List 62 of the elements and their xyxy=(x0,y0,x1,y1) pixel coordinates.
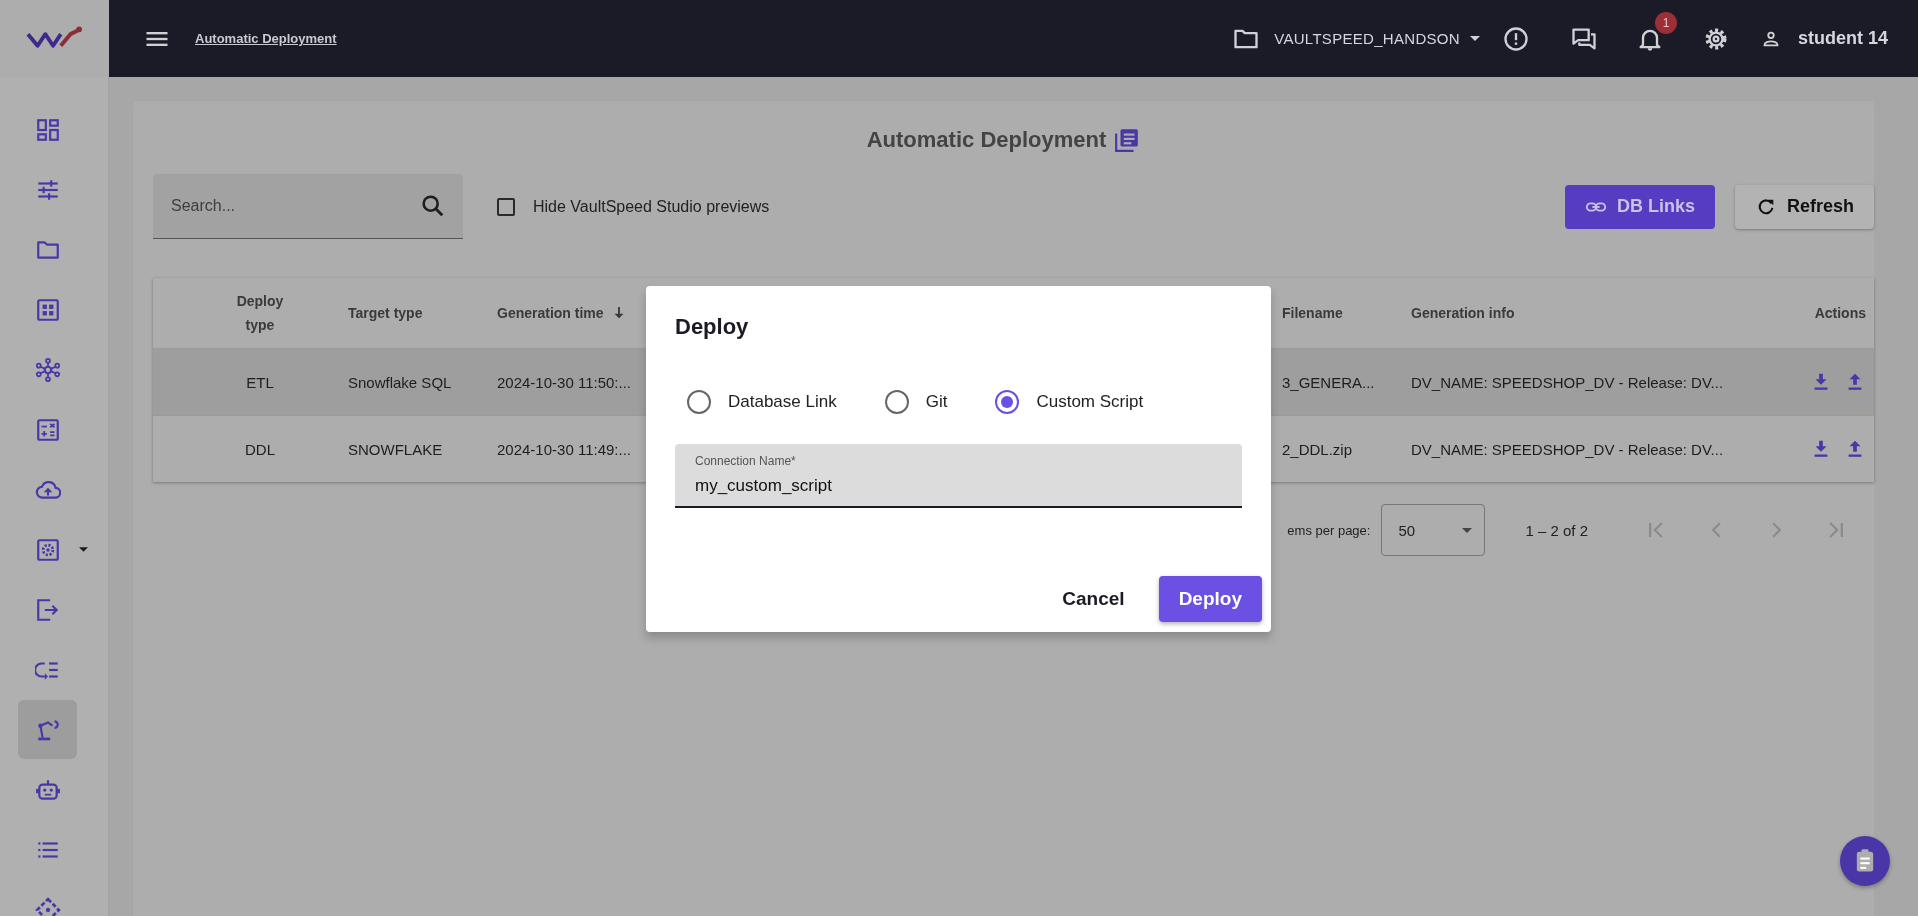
db-links-button[interactable]: DB Links xyxy=(1564,184,1715,229)
gear-box-icon xyxy=(34,536,61,563)
column-header: Filename xyxy=(1282,305,1343,321)
export-icon xyxy=(34,596,61,623)
docs-icon xyxy=(1114,127,1141,153)
refresh-button[interactable]: Refresh xyxy=(1734,184,1874,229)
alert-icon xyxy=(1501,24,1530,53)
page-range: 1 – 2 of 2 xyxy=(1525,521,1588,539)
table-cell: Snowflake SQL xyxy=(348,373,452,391)
table-cell: DV_NAME: SPEEDSHOP_DV - Release: DV... xyxy=(1411,373,1724,391)
column-header-cell[interactable]: Actions xyxy=(1760,278,1874,348)
items-per-page-label: ems per page: xyxy=(1287,522,1371,538)
column-header: Generation time xyxy=(497,305,604,321)
column-header-cell[interactable]: Filename xyxy=(1277,278,1406,348)
notification-badge: 1 xyxy=(1654,11,1677,34)
network-icon xyxy=(34,356,61,383)
next-page-icon xyxy=(1771,522,1781,538)
dialog-title: Deploy xyxy=(675,313,750,341)
column-header-cell[interactable]: Generation info xyxy=(1406,278,1760,348)
radio-button[interactable] xyxy=(687,390,711,414)
diamond-icon xyxy=(34,896,61,916)
calculator-icon xyxy=(34,416,61,443)
breadcrumb-link[interactable]: Automatic Deployment xyxy=(195,31,337,46)
checkbox-label: Hide VaultSpeed Studio previews xyxy=(533,197,770,216)
nav-button[interactable] xyxy=(18,700,77,759)
notes-button[interactable] xyxy=(1840,836,1890,886)
table-cell: 2024-10-30 11:49:... xyxy=(497,440,631,458)
radio-option[interactable]: Database Link xyxy=(687,390,837,414)
caret-icon xyxy=(1469,36,1480,41)
page-size-select[interactable]: 50 xyxy=(1381,504,1486,556)
table-cell: 2_DDL.zip xyxy=(1282,440,1353,458)
table-cell: DV_NAME: SPEEDSHOP_DV - Release: DV... xyxy=(1411,440,1724,458)
user-menu[interactable]: student 14 xyxy=(1759,27,1918,50)
column-header: Actions xyxy=(1814,305,1866,321)
table-cell: 3_GENERA... xyxy=(1282,373,1375,391)
cancel-button[interactable]: Cancel xyxy=(1042,576,1145,622)
page-title: Automatic Deployment xyxy=(866,127,1107,153)
table-cell: ETL xyxy=(246,373,274,391)
grid-icon xyxy=(34,296,61,323)
project-selector[interactable]: VAULTSPEED_HANDSON xyxy=(1232,24,1480,53)
radio-button[interactable] xyxy=(884,390,909,414)
alert-button[interactable] xyxy=(1501,24,1530,53)
column-header: Generation info xyxy=(1411,305,1515,321)
dashboard-icon xyxy=(34,116,61,143)
caret-icon xyxy=(79,547,88,552)
column-header: Deploy type xyxy=(236,292,284,335)
column-header-cell[interactable]: Deploy type xyxy=(153,278,343,348)
radio-button[interactable] xyxy=(995,390,1020,414)
checkbox[interactable] xyxy=(497,197,515,216)
caret-icon xyxy=(1462,527,1473,533)
radio-option[interactable]: Custom Script xyxy=(995,390,1144,414)
radio-option[interactable]: Git xyxy=(884,390,948,414)
previous-page-icon xyxy=(1711,522,1721,538)
field-label: Connection Name* xyxy=(695,454,796,468)
column-header-cell[interactable]: Generation time xyxy=(492,278,642,348)
table-cell: SNOWFLAKE xyxy=(348,440,443,458)
column-header: Target type xyxy=(348,305,423,321)
table-cell: 2024-10-30 11:50:... xyxy=(497,373,631,391)
deploy-button[interactable]: Deploy xyxy=(1158,576,1262,622)
table-cell: DDL xyxy=(245,440,275,458)
column-header-cell[interactable]: Target type xyxy=(343,278,492,348)
search-field[interactable]: Search... xyxy=(153,174,463,239)
